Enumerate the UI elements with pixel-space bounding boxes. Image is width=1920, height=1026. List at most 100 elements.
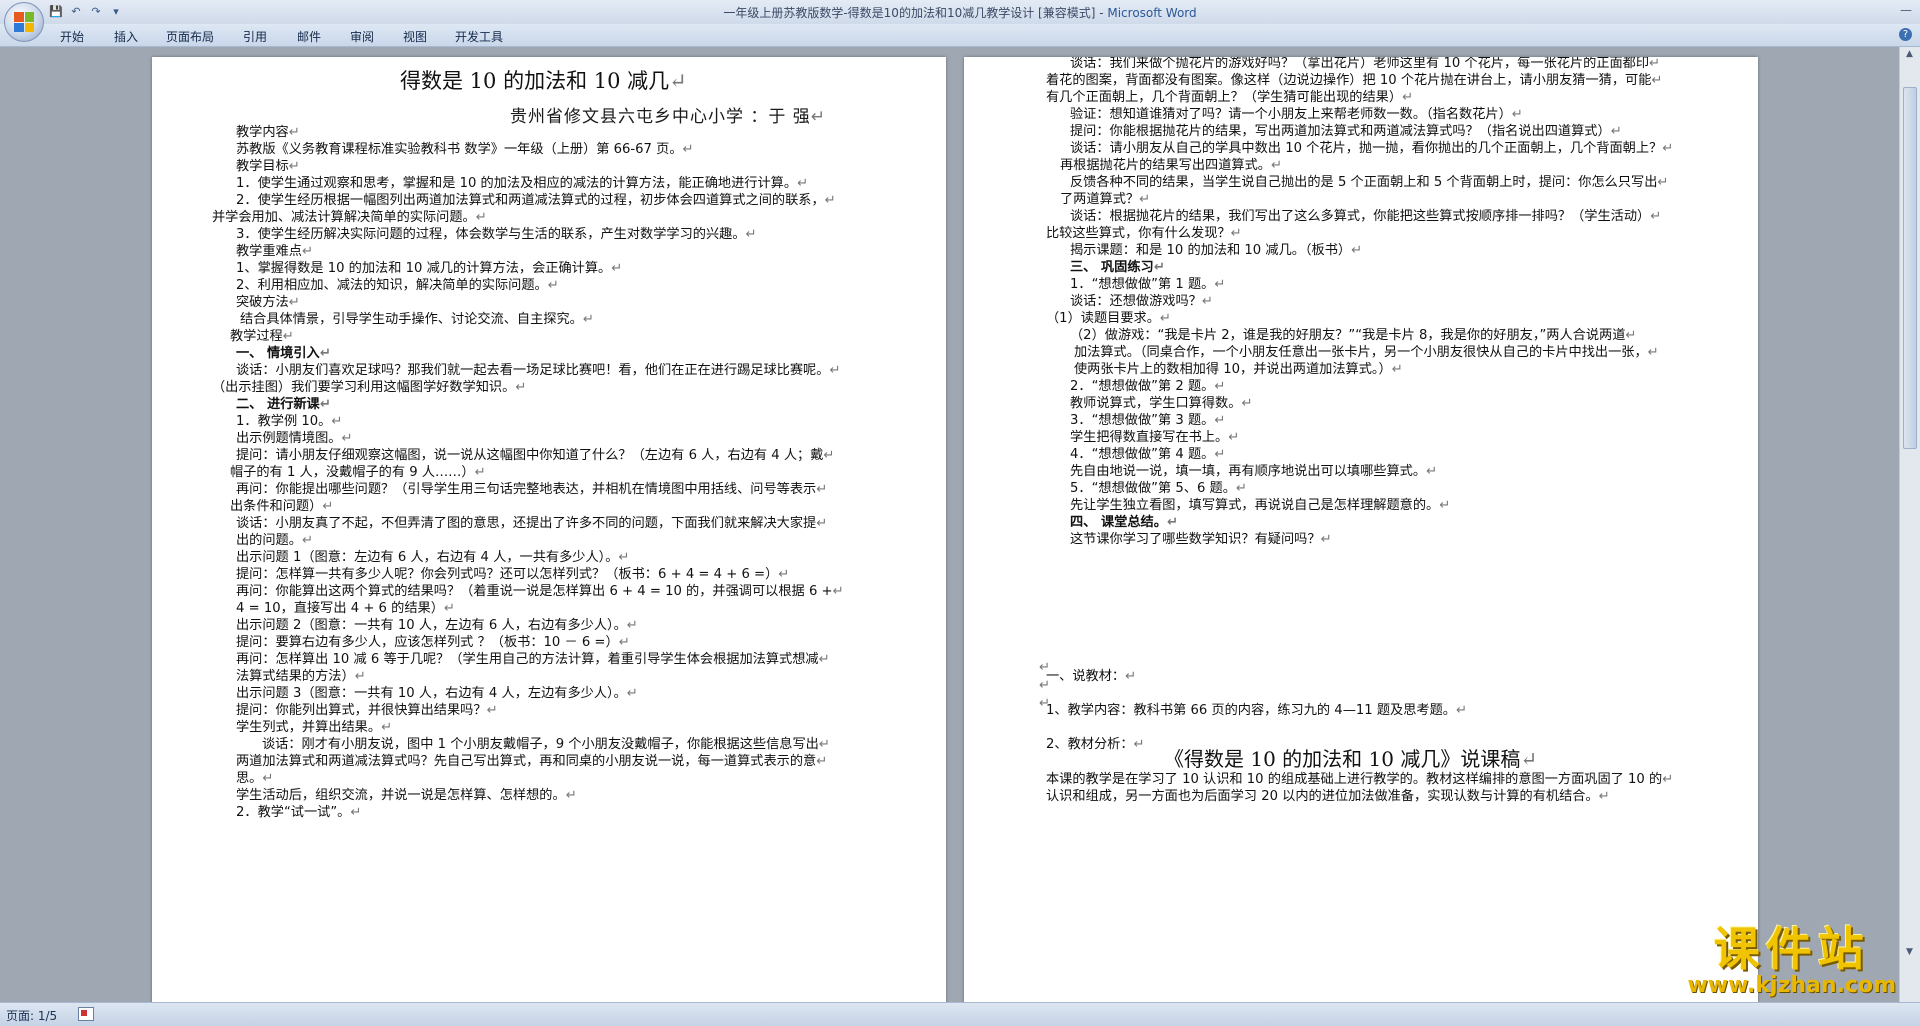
text-line: 加法算式。（同桌合作，一个小朋友任意出一张卡片，另一个小朋友很快从自己的卡片中找… [1074, 345, 1659, 360]
tab-view[interactable]: 视图 [403, 28, 427, 45]
paragraph-mark: ↵ [1039, 660, 1051, 675]
scroll-down-icon[interactable]: ▼ [1903, 947, 1916, 960]
author-line: 贵州省修文县六屯乡中心小学 ：于 强↵ [510, 107, 827, 127]
text-line: 教学重难点↵ [236, 244, 313, 259]
text-line: 谈话：还想做游戏吗？↵ [1070, 294, 1213, 309]
tab-mailings[interactable]: 邮件 [297, 28, 321, 45]
text-line: 结合具体情景，引导学生动手操作、讨论交流、自主探究。↵ [240, 312, 594, 327]
scroll-up-icon[interactable]: ▲ [1903, 49, 1916, 62]
text-line: 2、利用相应加、减法的知识，解决简单的实际问题。↵ [236, 278, 559, 293]
text-line: 思。↵ [236, 771, 274, 786]
text-line: （2）做游戏：“我是卡片 2，谁是我的好朋友？”“我是卡片 8，我是你的好朋友，… [1070, 328, 1637, 343]
text-line: 教学过程↵ [230, 329, 294, 344]
text-line: 二、 进行新课↵ [236, 397, 331, 412]
text-line: 出示问题 3（图意：一共有 10 人，右边有 4 人，左边有多少人）。↵ [236, 686, 638, 701]
text-line: 教学目标↵ [236, 159, 300, 174]
text-line: 先自由地说一说，填一填，再有顺序地说出可以填哪些算式。↵ [1070, 464, 1438, 479]
text-line: 谈话：根据抛花片的结果，我们写出了这么多算式，你能把这些算式按顺序排一排吗？（学… [1070, 209, 1662, 224]
watermark-logo: 课件站 [1713, 922, 1870, 976]
document-page-left[interactable]: 得数是 10 的加法和 10 减几↵ 贵州省修文县六屯乡中心小学 ：于 强↵ 教… [152, 57, 946, 1002]
text-line: 学生把得数直接写在书上。↵ [1070, 430, 1240, 445]
text-line: 验证：想知道谁猜对了吗？请一个小朋友上来帮老师数一数。（指名数花片）↵ [1070, 107, 1523, 122]
text-line: 有几个正面朝上，几个背面朝上？（学生猜可能出现的结果）↵ [1046, 90, 1414, 105]
text-line: 提问：请小朋友仔细观察这幅图，说一说从这幅图中你知道了什么？（左边有 6 人，右… [236, 448, 835, 463]
text-line: 1．使学生通过观察和思考，掌握和是 10 的加法及相应的减法的计算方法，能正确地… [236, 176, 809, 191]
text-line: 再问：怎样算出 10 减 6 等于几呢？（学生用自己的方法计算，着重引导学生体会… [236, 652, 830, 667]
text-line: 着花的图案，背面都没有图案。像这样（边说边操作）把 10 个花片抛在讲台上，请小… [1046, 73, 1663, 88]
text-line: 4．“想想做做”第 4 题。↵ [1070, 447, 1226, 462]
status-bar: 页面: 1/5 [0, 1002, 1920, 1026]
text-line: 再问：你能提出哪些问题？（引导学生用三句话完整地表达，并相机在情境图中用括线、问… [236, 482, 828, 497]
text-line: 学生活动后，组织交流，并说一说是怎样算、怎样想的。↵ [236, 788, 577, 803]
text-line: 一、 情境引入↵ [236, 346, 331, 361]
text-line: 谈话：请小朋友从自己的学具中数出 10 个花片，抛一抛，看你抛出的几个正面朝上，… [1070, 141, 1674, 156]
text-line: 1、教学内容：教科书第 66 页的内容，练习九的 4—11 题及思考题。↵ [1046, 703, 1468, 718]
text-line: 提问：你能列出算式，并很快算出结果吗？↵ [236, 703, 498, 718]
text-line: （出示挂图）我们要学习利用这幅图学好数学知识。↵ [212, 380, 527, 395]
text-line: 谈话：刚才有小朋友说，图中 1 个小朋友戴帽子，9 个小朋友没戴帽子，你能根据这… [262, 737, 830, 752]
text-line: 提问：要算右边有多少人，应该怎样列式 ？（板书：10 － 6 =）↵ [236, 635, 630, 650]
text-line: 3．使学生经历解决实际问题的过程，体会数学与生活的联系，产生对数学学习的兴趣。↵ [236, 227, 757, 242]
text-line: 3．“想想做做”第 3 题。↵ [1070, 413, 1226, 428]
help-icon[interactable]: ? [1899, 28, 1912, 41]
paragraph-mark: ↵ [1039, 696, 1051, 711]
app-name: Microsoft Word [1107, 6, 1197, 20]
text-line: 再根据抛花片的结果写出四道算式。↵ [1060, 158, 1283, 173]
tab-references[interactable]: 引用 [243, 28, 267, 45]
text-line: 教师说算式，学生口算得数。↵ [1070, 396, 1253, 411]
text-line: 认识和组成，另一方面也为后面学习 20 以内的进位加法做准备，实现认数与计算的有… [1046, 789, 1610, 804]
text-line: 揭示课题：和是 10 的加法和 10 减几。（板书）↵ [1070, 243, 1363, 258]
text-line: 再问：你能算出这两个算式的结果吗？（着重说一说是怎样算出 6 + 4 = 10 … [236, 584, 844, 599]
office-logo-icon [14, 12, 34, 32]
text-line: 谈话：小朋友们喜欢足球吗？那我们就一起去看一场足球比赛吧！看，他们在正在进行踢足… [236, 363, 841, 378]
text-line: 一、说教材：↵ [1046, 669, 1137, 684]
window-title: 一年级上册苏教版数学-得数是10的加法和10减几教学设计 [兼容模式] - Mi… [0, 4, 1920, 21]
text-line: 出示例题情境图。↵ [236, 431, 353, 446]
scroll-thumb[interactable] [1903, 87, 1917, 449]
text-line: 出示问题 2（图意：一共有 10 人，左边有 6 人，右边有多少人）。↵ [236, 618, 638, 633]
text-line: 2．教学“试一试”。↵ [236, 805, 362, 820]
spell-check-icon[interactable] [78, 1007, 94, 1021]
text-line: 先让学生独立看图，填写算式，再说说自己是怎样理解题意的。↵ [1070, 498, 1451, 513]
text-line: 两道加法算式和两道减法算式吗？先自己写出算式，再和同桌的小朋友说一说，每一道算式… [236, 754, 828, 769]
document-workspace[interactable]: 得数是 10 的加法和 10 减几↵ 贵州省修文县六屯乡中心小学 ：于 强↵ 教… [0, 47, 1900, 1002]
text-line: 出示问题 1（图意：左边有 6 人，右边有 4 人，一共有多少人）。↵ [236, 550, 630, 565]
minimize-icon[interactable]: — [1900, 3, 1912, 17]
watermark-url: www.kjzhan.com [1687, 973, 1896, 998]
office-button[interactable] [4, 2, 44, 42]
text-line: 5．“想想做做”第 5、6 题。↵ [1070, 481, 1247, 496]
vertical-scrollbar[interactable]: ▲ ▼ [1899, 47, 1920, 1002]
document-title: 一年级上册苏教版数学-得数是10的加法和10减几教学设计 [兼容模式] - [723, 6, 1108, 20]
text-line: 1．“想想做做”第 1 题。↵ [1070, 277, 1226, 292]
text-line: 了两道算式？↵ [1060, 192, 1151, 207]
document-page-right[interactable]: 谈话：我们来做个抛花片的游戏好吗？（拿出花片）老师这里有 10 个花片，每一张花… [964, 57, 1758, 1002]
page-count[interactable]: 页面: 1/5 [6, 1007, 57, 1024]
text-line: 法算式结果的方法）↵ [236, 669, 366, 684]
title-bar: 💾 ↶ ↷ ▾ 一年级上册苏教版数学-得数是10的加法和10减几教学设计 [兼容… [0, 0, 1920, 25]
tab-page-layout[interactable]: 页面布局 [166, 28, 214, 45]
text-line: 三、 巩固练习↵ [1070, 260, 1165, 275]
text-line: 1、掌握得数是 10 的加法和 10 减几的计算方法，会正确计算。↵ [236, 261, 623, 276]
text-line: 突破方法↵ [236, 295, 300, 310]
text-line: （1）读题目要求。↵ [1046, 311, 1171, 326]
tab-home[interactable]: 开始 [60, 28, 84, 45]
text-line: 苏教版《义务教育课程标准实验教科书 数学》一年级（上册）第 66-67 页。↵ [236, 142, 694, 157]
text-line: 谈话：小朋友真了不起，不但弄清了图的意思，还提出了许多不同的问题，下面我们就来解… [236, 516, 828, 531]
text-line: 2．“想想做做”第 2 题。↵ [1070, 379, 1226, 394]
ribbon-tabs: 开始 插入 页面布局 引用 邮件 审阅 视图 开发工具 ? [0, 24, 1920, 47]
tab-insert[interactable]: 插入 [114, 28, 138, 45]
document-title-heading: 得数是 10 的加法和 10 减几↵ [400, 69, 687, 93]
section-heading: 《得数是 10 的加法和 10 减几》说课稿↵ [1164, 747, 1538, 771]
text-line: 这节课你学习了哪些数学知识？有疑问吗？↵ [1070, 532, 1332, 547]
text-line: 出的问题。↵ [236, 533, 313, 548]
text-line: 谈话：我们来做个抛花片的游戏好吗？（拿出花片）老师这里有 10 个花片，每一张花… [1070, 57, 1661, 71]
watermark: 课件站 www.kjzhan.com [1687, 924, 1896, 998]
text-line: 学生列式，并算出结果。↵ [236, 720, 393, 735]
tab-developer[interactable]: 开发工具 [455, 28, 503, 45]
paragraph-mark: ↵ [1039, 678, 1051, 693]
text-line: 提问：怎样算一共有多少人呢？你会列式吗？还可以怎样列式？（板书：6 + 4 = … [236, 567, 790, 582]
text-line: 并学会用加、减法计算解决简单的实际问题。↵ [212, 210, 487, 225]
text-line: 使两张卡片上的数相加得 10，并说出两道加法算式。）↵ [1074, 362, 1403, 377]
text-line: 帽子的有 1 人，没戴帽子的有 9 人……）↵ [230, 465, 486, 480]
tab-review[interactable]: 审阅 [350, 28, 374, 45]
